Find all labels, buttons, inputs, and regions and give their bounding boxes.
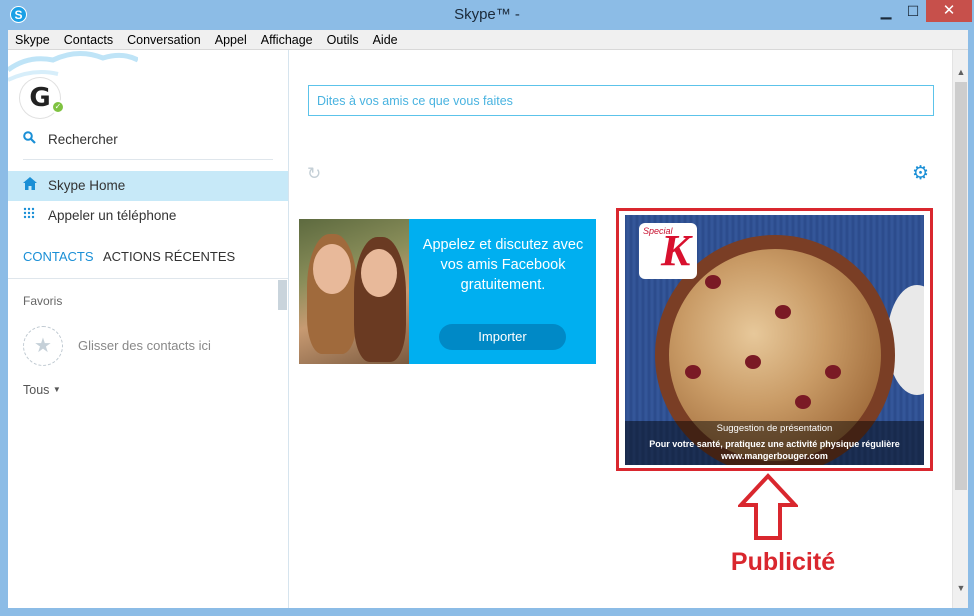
home-icon — [23, 171, 39, 201]
menu-aide[interactable]: Aide — [366, 30, 405, 48]
main-panel: ↻ ⚙ Appelez et discutez avec vos amis Fa… — [290, 50, 952, 608]
tab-recent-actions[interactable]: ACTIONS RÉCENTES — [103, 249, 235, 264]
scroll-down-icon[interactable]: ▼ — [953, 580, 969, 596]
sidebar-item-call-phone[interactable]: Appeler un téléphone — [8, 201, 288, 231]
promo-text: Appelez et discutez avec vos amis Facebo… — [422, 237, 584, 293]
ad-health-line: Pour votre santé, pratiquez une activité… — [649, 439, 900, 449]
sidebar-item-skype-home[interactable]: Skype Home — [8, 171, 288, 201]
refresh-icon[interactable]: ↻ — [307, 164, 321, 184]
ad-berry — [795, 395, 811, 409]
ad-berry — [775, 305, 791, 319]
search-label: Rechercher — [48, 132, 118, 147]
sidebar-scrollbar[interactable] — [278, 280, 287, 310]
star-icon: ★ — [23, 326, 63, 366]
menu-skype[interactable]: Skype — [8, 30, 57, 48]
menu-contacts[interactable]: Contacts — [57, 30, 120, 48]
ad-highlight-frame: Special K Suggestion de présentation Pou… — [616, 208, 933, 471]
ad-website: www.mangerbouger.com — [721, 451, 828, 461]
import-button[interactable]: Importer — [439, 324, 566, 350]
sidebar: G ✓ Rechercher Skype Home Appeler un tél… — [8, 50, 289, 608]
window-title: Skype™ - — [454, 6, 520, 23]
menu-bar: Skype Contacts Conversation Appel Affichage O… — [8, 30, 968, 50]
ad-annotation-label: Publicité — [730, 548, 836, 576]
search-icon — [23, 125, 39, 155]
online-status-icon: ✓ — [51, 100, 65, 114]
menu-outils[interactable]: Outils — [320, 30, 366, 48]
skype-window: S Skype™ - ▁ ☐ ✕ Skype Contacts Conversati… — [0, 0, 974, 616]
ad-berry — [745, 355, 761, 369]
drop-contacts-hint: Glisser des contacts ici — [78, 338, 211, 353]
scroll-up-icon[interactable]: ▲ — [953, 64, 969, 80]
photo-detail — [361, 249, 397, 297]
gear-icon[interactable]: ⚙ — [912, 162, 929, 185]
all-contacts-dropdown[interactable]: Tous ▼ — [23, 383, 61, 397]
maximize-button[interactable]: ☐ — [900, 0, 926, 22]
title-bar: S Skype™ - ▁ ☐ ✕ — [0, 0, 974, 30]
advertisement-banner[interactable]: Special K Suggestion de présentation Pou… — [625, 215, 924, 465]
ad-berry — [705, 275, 721, 289]
favorites-heading: Favoris — [23, 294, 63, 308]
menu-appel[interactable]: Appel — [208, 30, 254, 48]
dialpad-icon — [23, 201, 39, 231]
ad-berry — [825, 365, 841, 379]
facebook-promo-card: Appelez et discutez avec vos amis Facebo… — [299, 219, 596, 364]
photo-detail — [313, 244, 351, 294]
all-contacts-label: Tous — [23, 383, 50, 397]
client-area: G ✓ Rechercher Skype Home Appeler un tél… — [8, 50, 968, 608]
special-k-logo: Special K — [639, 223, 697, 279]
ad-suggestion: Suggestion de présentation — [716, 423, 833, 434]
brand-k: K — [661, 226, 691, 275]
divider — [23, 159, 273, 160]
ad-berry — [685, 365, 701, 379]
tabs-divider — [8, 278, 288, 279]
chevron-down-icon: ▼ — [52, 385, 61, 394]
scroll-thumb[interactable] — [955, 82, 967, 490]
friends-photo — [299, 219, 409, 364]
arrow-up-icon — [738, 473, 798, 540]
search-item[interactable]: Rechercher — [8, 125, 288, 155]
mood-message-input[interactable] — [308, 85, 934, 116]
tab-contacts[interactable]: CONTACTS — [23, 249, 94, 264]
skype-home-label: Skype Home — [48, 178, 126, 193]
menu-conversation[interactable]: Conversation — [120, 30, 208, 48]
close-button[interactable]: ✕ — [926, 0, 972, 22]
call-phone-label: Appeler un téléphone — [48, 208, 177, 223]
minimize-button[interactable]: ▁ — [872, 0, 900, 22]
menu-affichage[interactable]: Affichage — [254, 30, 320, 48]
main-scrollbar[interactable]: ▲ ▼ — [952, 50, 968, 608]
